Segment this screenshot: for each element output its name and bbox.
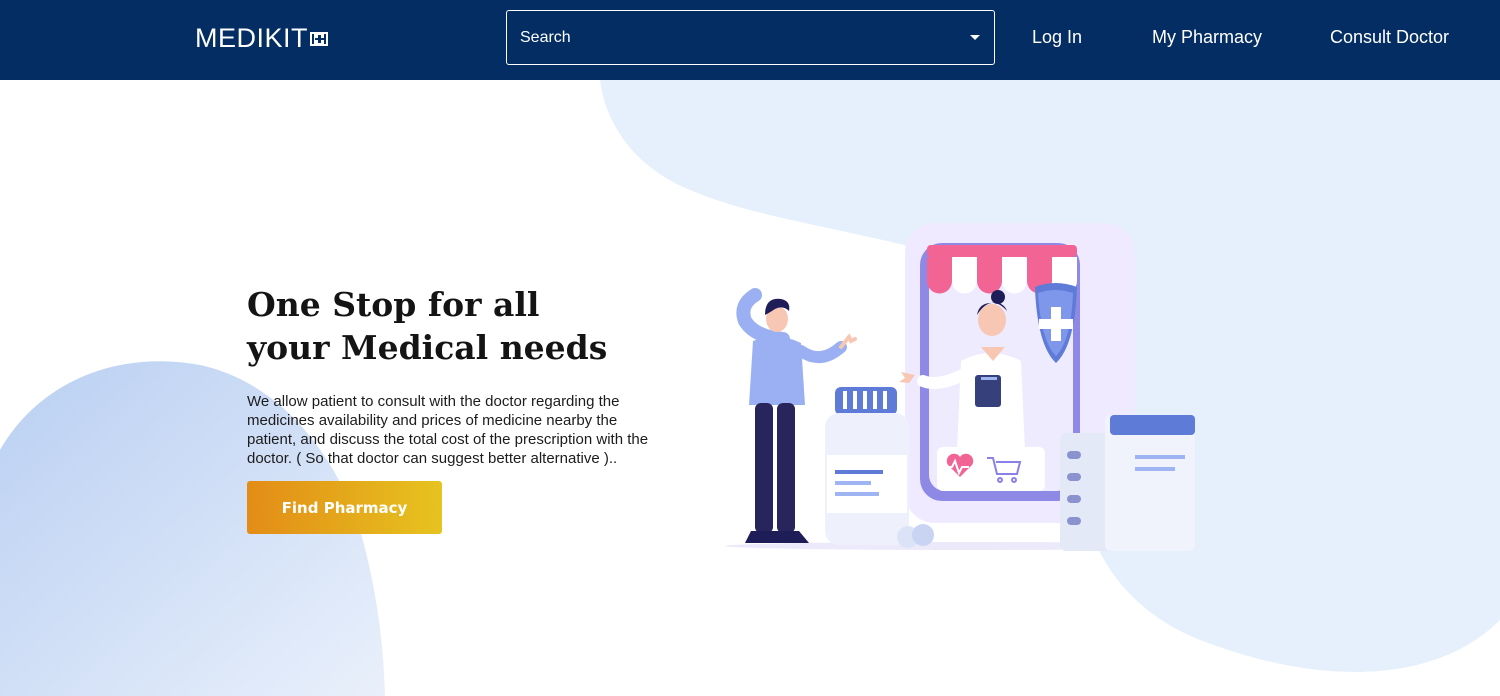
hero-description: We allow patient to consult with the doc… [247, 393, 649, 467]
hero-title-line2: your Medical needs [247, 328, 608, 367]
search-input[interactable] [520, 28, 962, 47]
medikit-logo[interactable]: MEDIKIT [195, 22, 329, 54]
nav-consult-doctor-link[interactable]: Consult Doctor [1330, 27, 1449, 48]
find-pharmacy-button[interactable]: Find Pharmacy [247, 481, 442, 534]
nav-login-link[interactable]: Log In [1032, 27, 1082, 48]
nav-my-pharmacy-link[interactable]: My Pharmacy [1152, 27, 1262, 48]
search-bar[interactable] [506, 10, 995, 65]
caret-down-icon[interactable] [970, 35, 980, 40]
hero-title-line1: One Stop for all [247, 285, 540, 324]
top-navbar: MEDIKIT Log In My Pharmacy Consult Docto… [0, 0, 1500, 80]
first-aid-kit-icon [310, 32, 329, 46]
pharmacy-illustration [725, 223, 1205, 551]
hero-title: One Stop for all your Medical needs [247, 283, 667, 369]
logo-text: MEDIKIT [195, 22, 309, 53]
